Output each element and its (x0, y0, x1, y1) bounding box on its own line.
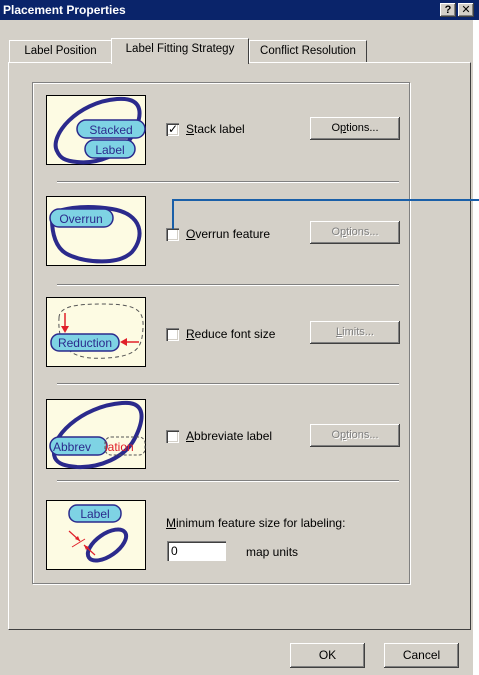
stacked-text: Stacked (89, 123, 132, 137)
stack-options-button[interactable]: Options... (310, 117, 400, 140)
callout-line-vertical (172, 199, 174, 229)
stack-label-checkbox[interactable]: ✓ (166, 122, 179, 136)
abbreviate-label-checkbox[interactable] (166, 430, 179, 443)
help-icon: ? (444, 4, 452, 16)
window-title: Placement Properties (3, 3, 126, 17)
abbreviate-label-text: Abbreviate label (186, 429, 273, 443)
cancel-button[interactable]: Cancel (384, 643, 459, 668)
tab-label: Label Position (24, 45, 97, 57)
overrun-options-button[interactable]: Options... (310, 221, 400, 244)
reduction-text: Reduction (58, 336, 112, 350)
tab-label-position[interactable]: Label Position (9, 40, 112, 62)
minimum-feature-size-icon: Label (46, 500, 146, 570)
overrun-feature-label: Overrun feature (186, 227, 271, 241)
label-text: Label (80, 507, 109, 521)
window-edge (473, 20, 479, 675)
placement-properties-dialog: Placement Properties ? ✕ Label Position … (0, 0, 479, 675)
abbrev-text: Abbrev (53, 440, 91, 454)
minimum-feature-size-input[interactable]: 0 (167, 541, 226, 561)
close-icon: ✕ (461, 4, 471, 16)
ok-button[interactable]: OK (290, 643, 365, 668)
separator (57, 480, 399, 482)
reduce-font-size-checkbox[interactable] (166, 328, 179, 341)
stack-label-text: Stack label (186, 122, 245, 136)
abbreviation-icon: Abbrev iation (46, 399, 146, 470)
callout-line (172, 199, 479, 201)
separator (57, 284, 399, 286)
reduce-font-size-label: Reduce font size (186, 327, 276, 341)
reduction-icon: Reduction (46, 297, 146, 367)
separator (57, 383, 399, 385)
close-button[interactable]: ✕ (458, 3, 474, 17)
minimum-feature-size-caption: Minimum feature size for labeling: (166, 516, 346, 530)
stacked-label-icon: Stacked Label (46, 95, 146, 165)
overrun-feature-checkbox[interactable] (166, 228, 179, 241)
checkmark-icon: ✓ (168, 122, 179, 136)
overrun-text: Overrun (59, 212, 102, 226)
tab-label-fitting-strategy[interactable]: Label Fitting Strategy (111, 38, 249, 64)
map-units-label: map units (246, 545, 299, 559)
tab-label: Label Fitting Strategy (125, 43, 235, 55)
overrun-icon: Overrun (46, 196, 146, 266)
abbreviation-options-button[interactable]: Options... (310, 424, 400, 447)
separator (57, 181, 399, 183)
help-button[interactable]: ? (440, 3, 456, 17)
reduction-limits-button[interactable]: Limits... (310, 321, 400, 344)
tab-conflict-resolution[interactable]: Conflict Resolution (249, 40, 367, 62)
label-text: Label (95, 143, 124, 157)
tab-label: Conflict Resolution (260, 45, 356, 57)
title-bar[interactable]: Placement Properties ? ✕ (0, 0, 479, 20)
iation-text: iation (105, 440, 134, 454)
